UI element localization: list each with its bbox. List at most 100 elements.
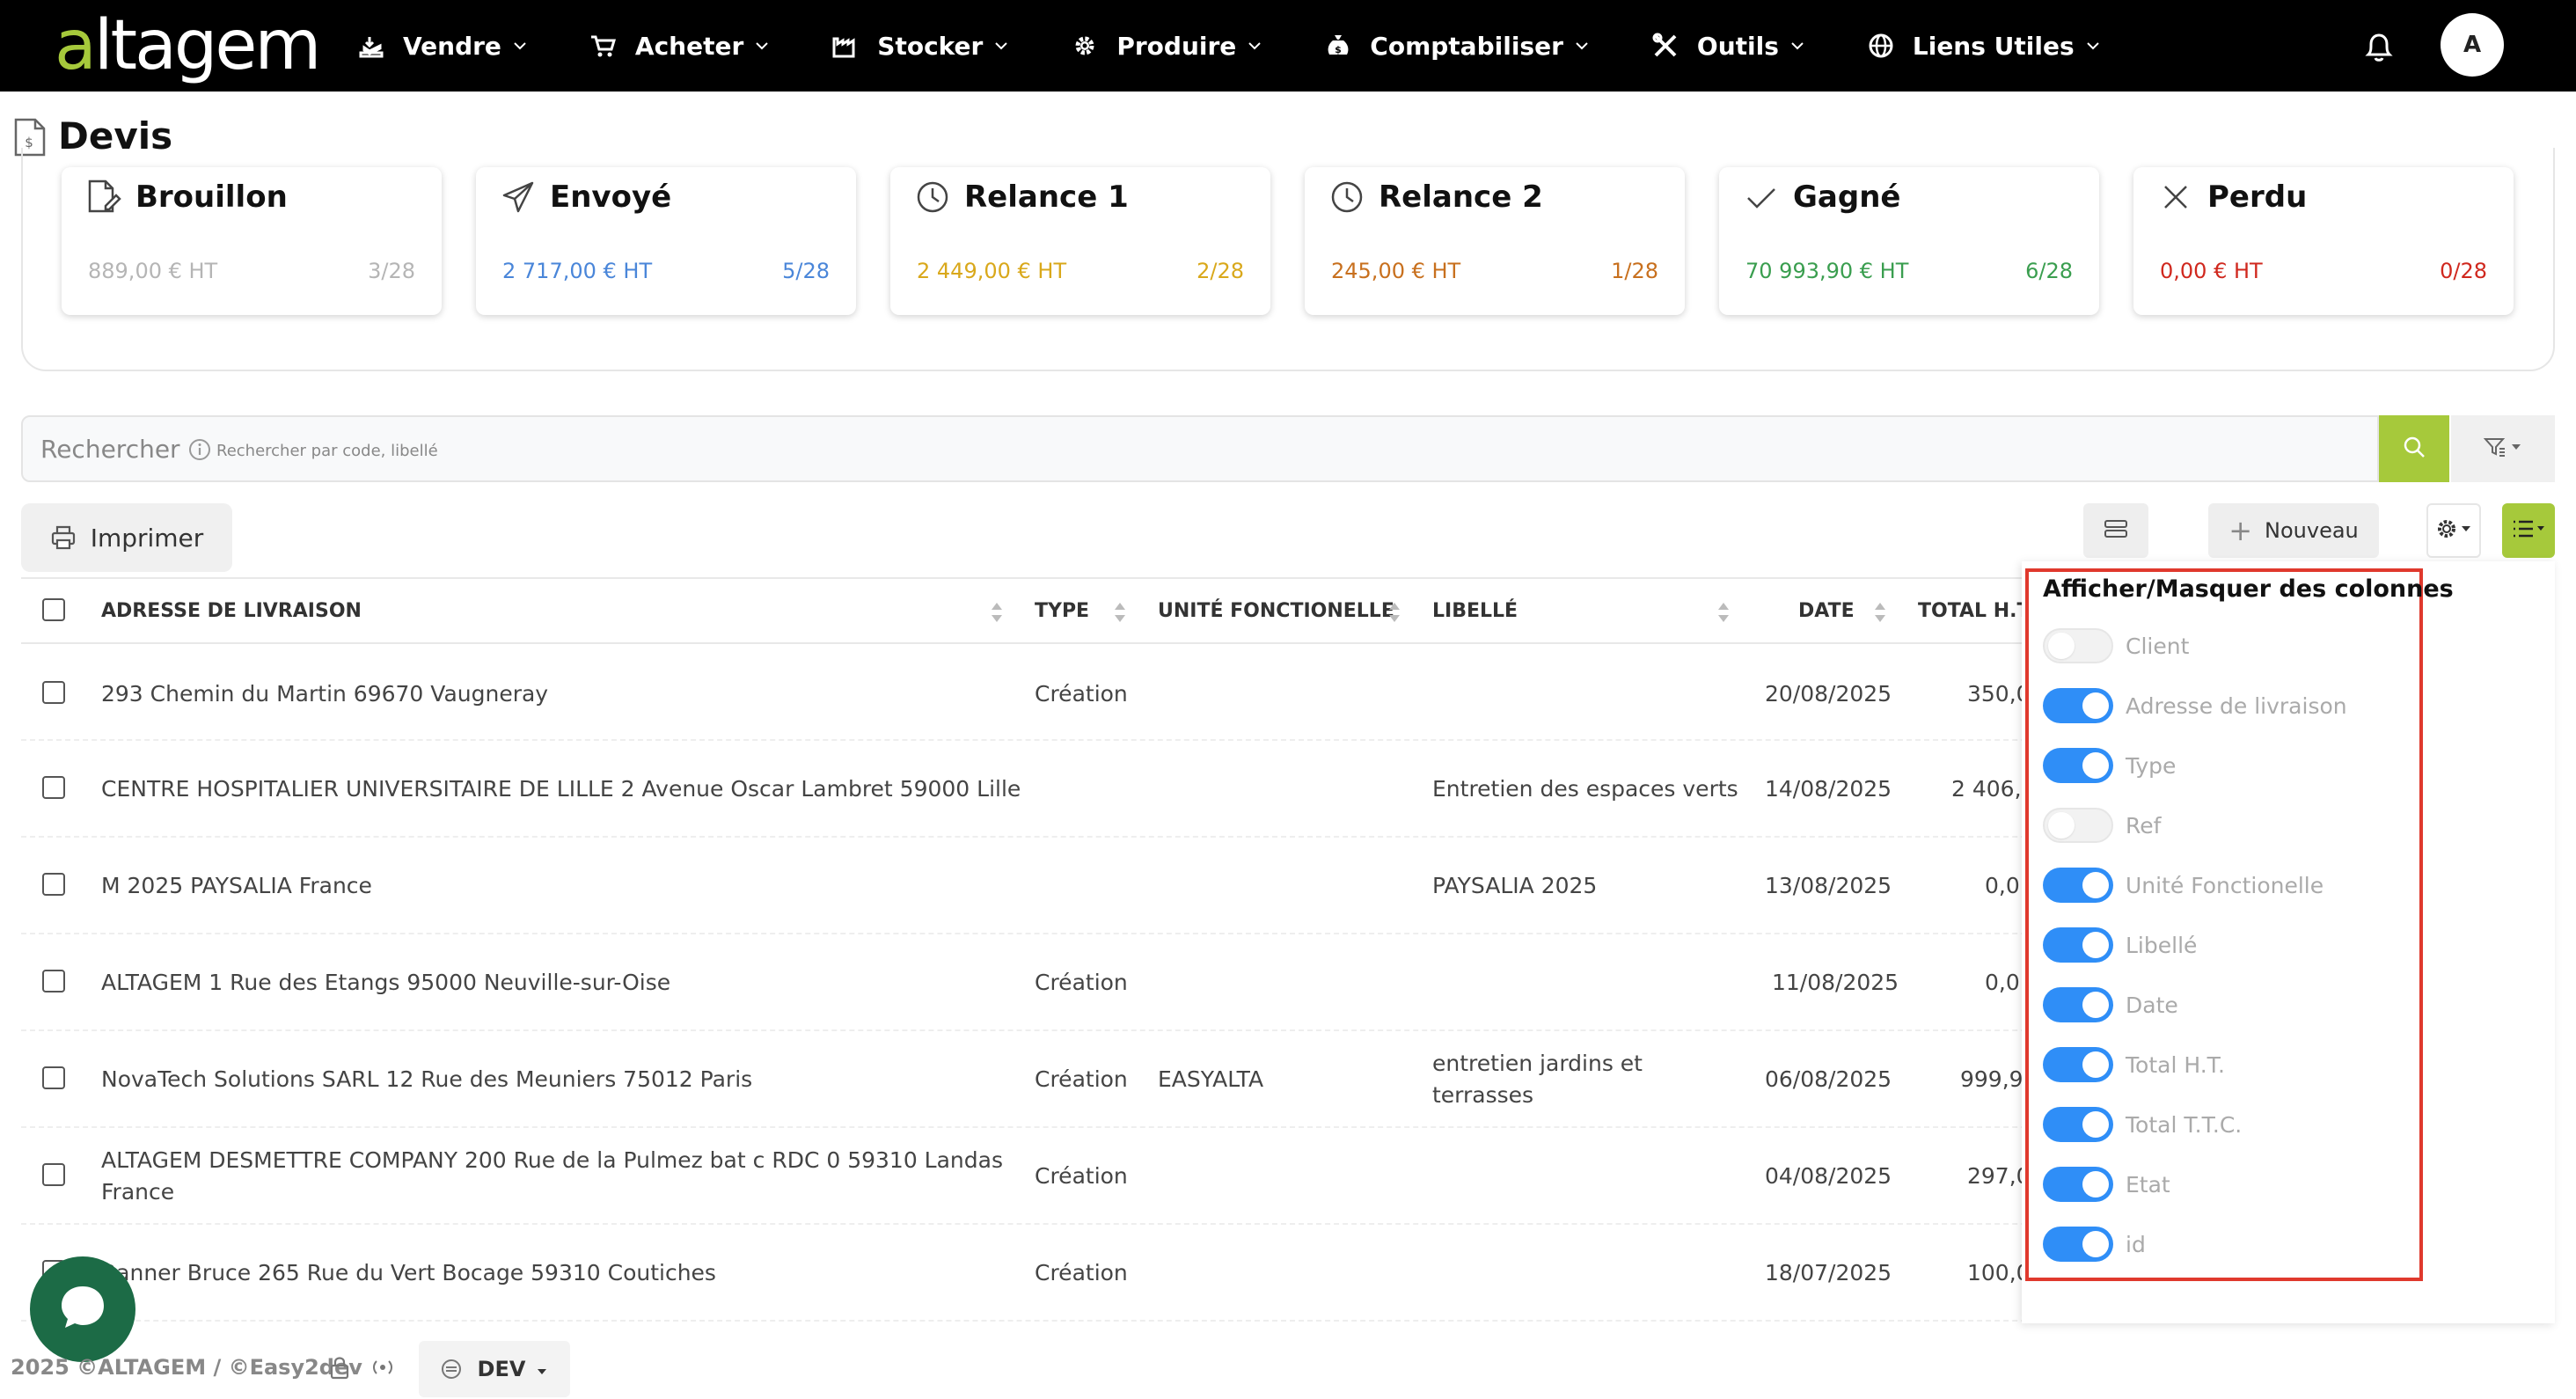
cell-adresse: CENTRE HOSPITALIER UNIVERSITAIRE DE LILL… — [101, 776, 1021, 802]
cell-date: 04/08/2025 — [1765, 1163, 1892, 1189]
toggle-label: Etat — [2126, 1171, 2170, 1198]
toggle-switch[interactable] — [2043, 987, 2113, 1022]
header-type[interactable]: TYPE — [1035, 600, 1089, 622]
sort-icon[interactable] — [1388, 598, 1401, 626]
nav-stocker[interactable]: Stocker — [830, 0, 1011, 92]
nav-acheter[interactable]: Acheter — [588, 0, 772, 92]
plus-icon: + — [2228, 514, 2253, 547]
nav-vendre[interactable]: Vendre — [355, 0, 530, 92]
toggle-switch[interactable] — [2043, 628, 2113, 663]
header-unite[interactable]: UNITÉ FONCTIONELLE — [1158, 600, 1394, 622]
toggle-switch[interactable] — [2043, 1047, 2113, 1082]
column-toggle-ref[interactable]: Ref — [2043, 808, 2161, 843]
card-count: 5/28 — [782, 259, 830, 283]
column-toggle-client[interactable]: Client — [2043, 628, 2189, 663]
nav-outils[interactable]: Outils — [1650, 0, 1807, 92]
nav-produire[interactable]: Produire — [1069, 0, 1264, 92]
warehouse-icon — [830, 30, 861, 62]
toggle-label: Client — [2126, 633, 2190, 659]
toggle-switch[interactable] — [2043, 1107, 2113, 1142]
search-button[interactable] — [2379, 415, 2449, 482]
column-toggle-date[interactable]: Date — [2043, 987, 2178, 1022]
chevron-down-icon — [1574, 37, 1592, 55]
lock-icon — [329, 1355, 350, 1380]
top-navbar: a ltagem Vendre Acheter Stocker Produire … — [0, 0, 2576, 92]
card-amount: 889,00 € HT — [88, 259, 218, 283]
filter-button[interactable] — [2451, 415, 2555, 482]
cell-date: 06/08/2025 — [1765, 1066, 1892, 1092]
altagem-logo[interactable]: a ltagem — [55, 6, 321, 85]
cell-adresse-line-1: ALTAGEM DESMETTRE COMPANY 200 Rue de la … — [101, 1147, 1003, 1173]
column-toggle-total-ht[interactable]: Total H.T. — [2043, 1047, 2225, 1082]
toggle-switch[interactable] — [2043, 688, 2113, 723]
header-total[interactable]: TOTAL H.T. — [1918, 600, 2035, 622]
cart-icon — [588, 30, 619, 62]
status-card-perdu[interactable]: Perdu 0,00 € HT 0/28 — [2133, 167, 2514, 315]
status-card-gagne[interactable]: Gagné 70 993,90 € HT 6/28 — [1719, 167, 2099, 315]
toggle-label: Unité Fonctionelle — [2126, 872, 2324, 898]
column-toggle-type[interactable]: Type — [2043, 748, 2176, 783]
cell-adresse: Banner Bruce 265 Rue du Vert Bocage 5931… — [101, 1260, 716, 1285]
search-input[interactable]: Rechercher Rechercher par code, libellé — [21, 415, 2379, 482]
cell-type: Création — [1035, 681, 1128, 707]
column-toggle-libelle[interactable]: Libellé — [2043, 927, 2197, 963]
footer-copyright: 2025 ©ALTAGEM / ©Easy2dev — [11, 1355, 362, 1380]
header-libelle[interactable]: LIBELLÉ — [1432, 600, 1518, 622]
column-toggle-id[interactable]: id — [2043, 1227, 2146, 1262]
nav-comptabiliser[interactable]: $ Comptabiliser — [1322, 0, 1592, 92]
bell-icon[interactable] — [2360, 26, 2398, 65]
sell-icon — [355, 30, 387, 62]
draft-icon — [86, 179, 121, 215]
avatar[interactable]: A — [2441, 13, 2504, 77]
svg-text:$: $ — [1335, 44, 1342, 55]
new-button[interactable]: + Nouveau — [2208, 503, 2379, 558]
row-checkbox[interactable] — [42, 970, 65, 992]
header-date[interactable]: DATE — [1798, 600, 1855, 622]
sort-icon[interactable] — [1114, 598, 1126, 626]
row-checkbox[interactable] — [42, 776, 65, 799]
cell-date: 13/08/2025 — [1765, 873, 1892, 898]
sort-icon[interactable] — [1717, 598, 1730, 626]
toggle-switch[interactable] — [2043, 1227, 2113, 1262]
card-view-icon — [2104, 519, 2128, 542]
print-button[interactable]: Imprimer — [21, 503, 232, 572]
close-icon — [2158, 179, 2193, 215]
toggle-switch[interactable] — [2043, 927, 2113, 963]
row-checkbox[interactable] — [42, 873, 65, 896]
card-title: Relance 1 — [964, 179, 1129, 215]
card-amount: 2 717,00 € HT — [502, 259, 653, 283]
toggle-switch[interactable] — [2043, 808, 2113, 843]
select-all-checkbox[interactable] — [42, 598, 65, 621]
sort-icon[interactable] — [991, 598, 1003, 626]
row-checkbox[interactable] — [42, 681, 65, 704]
column-toggle-etat[interactable]: Etat — [2043, 1167, 2170, 1202]
header-adresse[interactable]: ADRESSE DE LIVRAISON — [101, 600, 362, 622]
card-count: 3/28 — [368, 259, 415, 283]
column-toggle-total-ttc[interactable]: Total T.T.C. — [2043, 1107, 2242, 1142]
cell-date: 11/08/2025 — [1772, 970, 1899, 995]
toggle-switch[interactable] — [2043, 868, 2113, 903]
toggle-switch[interactable] — [2043, 1167, 2113, 1202]
status-card-envoye[interactable]: Envoyé 2 717,00 € HT 5/28 — [476, 167, 856, 315]
settings-button[interactable] — [2426, 503, 2481, 558]
card-view-toggle-button[interactable] — [2083, 503, 2148, 558]
column-toggle-unite[interactable]: Unité Fonctionelle — [2043, 868, 2324, 903]
toggle-label: id — [2126, 1231, 2146, 1257]
gear-icon — [1069, 30, 1101, 62]
sort-icon[interactable] — [1874, 598, 1886, 626]
status-card-relance-2[interactable]: Relance 2 245,00 € HT 1/28 — [1305, 167, 1685, 315]
filter-icon — [2483, 436, 2522, 462]
environment-selector[interactable]: DEV — [419, 1341, 570, 1397]
card-count: 2/28 — [1197, 259, 1244, 283]
status-card-brouillon[interactable]: Brouillon 889,00 € HT 3/28 — [62, 167, 442, 315]
row-checkbox[interactable] — [42, 1163, 65, 1186]
status-card-relance-1[interactable]: Relance 1 2 449,00 € HT 2/28 — [890, 167, 1270, 315]
search-label: Rechercher — [40, 435, 180, 464]
row-checkbox[interactable] — [42, 1066, 65, 1089]
columns-menu-button[interactable] — [2502, 503, 2555, 558]
toggle-switch[interactable] — [2043, 748, 2113, 783]
chat-button[interactable] — [30, 1256, 135, 1362]
cell-total: 100,0 — [1967, 1260, 2031, 1285]
nav-liens-utiles[interactable]: Liens Utiles — [1865, 0, 2103, 92]
column-toggle-adresse[interactable]: Adresse de livraison — [2043, 688, 2347, 723]
